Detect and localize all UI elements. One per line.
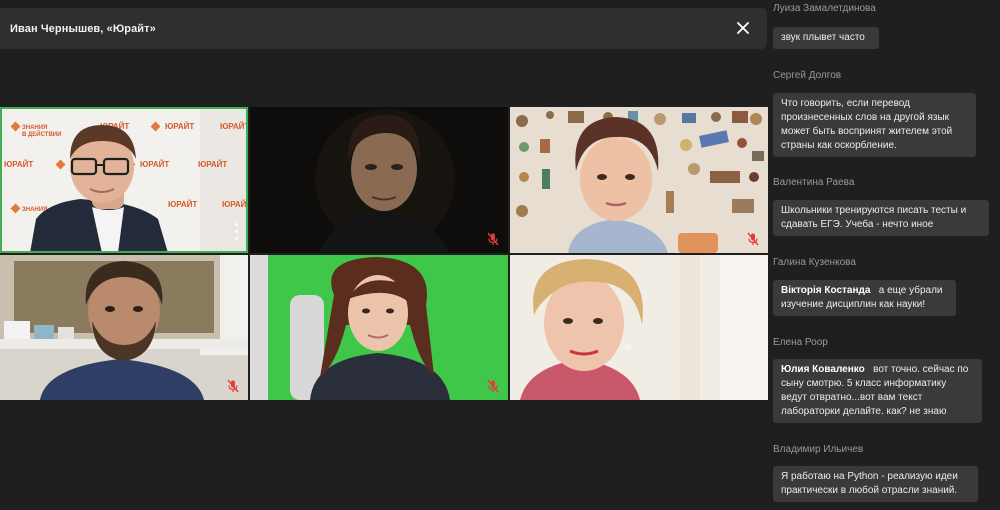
call-header: Иван Чернышев, «Юрайт» [0,8,767,49]
chat-sender: Галина Кузенкова [773,257,856,268]
logo-brand-8: ЮРАЙТ [222,200,248,209]
participant-6-video [510,255,768,400]
video-tile-participant-2[interactable] [250,107,508,253]
chat-sender: Луиза Замалетдинова [773,3,876,14]
video-tile-participant-6[interactable] [510,255,768,400]
speaker-video: ЗНАНИЯ В ДЕЙСТВИИ ЮРАЙТ ЮРАЙТ ЮРАЙТ ЮРАЙ… [0,107,248,253]
call-title: Иван Чернышев, «Юрайт» [10,22,156,35]
chat-message: Галина Кузенкова [773,257,856,268]
chat-text: звук плывет часто [781,32,865,43]
chat-message: Елена Роор [773,337,828,348]
logo-brand-7: ЮРАЙТ [168,200,197,209]
chat-sender: Елена Роор [773,337,828,348]
video-tile-speaker[interactable]: ЗНАНИЯ В ДЕЙСТВИИ ЮРАЙТ ЮРАЙТ ЮРАЙТ ЮРАЙ… [0,107,248,253]
logo-brand-1: ЮРАЙТ [165,122,194,131]
close-button[interactable] [733,18,753,38]
chat-message: Владимир Ильичев [773,444,863,455]
muted-mic-icon [746,232,760,246]
chat-sender: Валентина Раева [773,177,855,188]
chat-message: Сергей Долгов [773,70,841,81]
chat-message: Луиза Замалетдинова [773,3,876,14]
logo-brand-4: ЮРАЙТ [140,160,169,169]
chat-panel: Луиза Замалетдинова звук плывет часто Се… [770,0,1000,510]
chat-bubble: Я работаю на Python - реализую идеи прак… [773,466,978,502]
participant-2-video [250,107,508,253]
chat-mention[interactable]: Юлия Коваленко [781,364,865,375]
video-tile-participant-4[interactable] [0,255,248,400]
chat-message: Валентина Раева [773,177,854,188]
chat-bubble: Вікторія Костанда а еще убрали изучение … [773,280,956,316]
chat-text: Я работаю на Python - реализую идеи прак… [781,471,958,496]
logo-brand-5: ЮРАЙТ [198,160,227,169]
video-tile-participant-5[interactable] [250,255,508,400]
chat-bubble: Юлия Коваленко вот точно. сейчас по сыну… [773,359,982,423]
chat-sender: Владимир Ильичев [773,444,864,455]
muted-mic-icon [486,232,500,246]
chat-text: Что говорить, если перевод произнесенных… [781,98,953,151]
participant-5-video [250,255,508,400]
chat-text: Школьники тренируются писать тесты и сда… [781,205,967,230]
close-icon [737,22,749,34]
logo-tagline-2: В ДЕЙСТВИИ [22,130,61,138]
video-tile-participant-3[interactable] [510,107,768,253]
muted-mic-icon [226,379,240,393]
more-options-icon[interactable] [235,223,239,245]
logo-brand-2: ЮРАЙТ [220,122,248,131]
chat-bubble: Что говорить, если перевод произнесенных… [773,93,976,157]
muted-mic-icon [486,379,500,393]
chat-bubble: звук плывет часто [773,27,879,49]
participant-4-video [0,255,248,400]
chat-mention[interactable]: Вікторія Костанда [781,285,870,296]
logo-brand-6: ЮРАЙТ [4,160,33,169]
chat-sender: Сергей Долгов [773,70,842,81]
chat-bubble: Школьники тренируются писать тесты и сда… [773,200,989,236]
logo-tagline-1: ЗНАНИЯ [22,125,47,131]
participant-3-video [510,107,768,253]
